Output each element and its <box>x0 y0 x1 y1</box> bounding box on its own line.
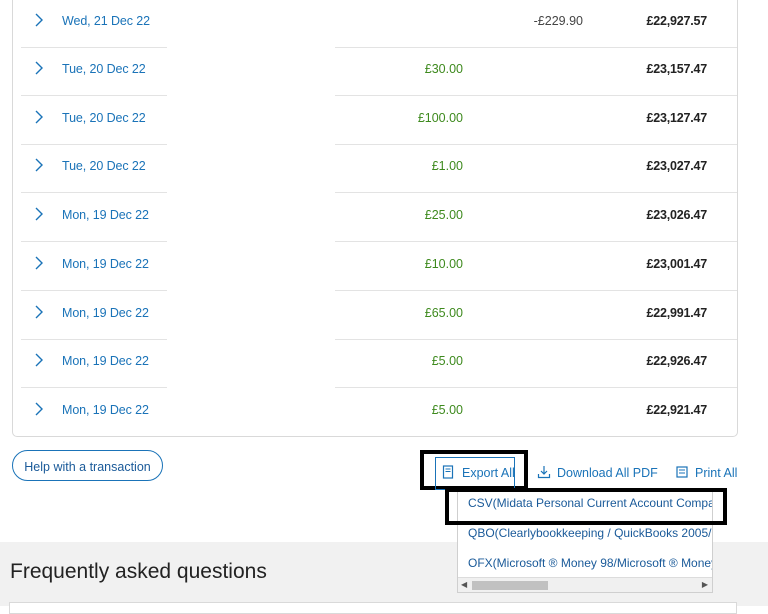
row-divider <box>335 387 737 388</box>
credit-amount: £100.00 <box>417 111 463 125</box>
document-icon <box>442 465 454 479</box>
transaction-date: Mon, 19 Dec 22 <box>62 208 149 222</box>
balance-amount: £22,921.47 <box>646 403 707 417</box>
print-all-label: Print All <box>695 466 738 480</box>
printer-icon <box>676 466 688 478</box>
row-divider <box>335 290 737 291</box>
row-divider <box>335 192 737 193</box>
export-option-qbo[interactable]: QBO(Clearlybookkeeping / QuickBooks 2005… <box>468 526 712 540</box>
row-divider <box>21 95 167 96</box>
chevron-right-icon[interactable] <box>33 255 45 271</box>
chevron-right-icon[interactable] <box>33 60 45 76</box>
balance-amount: £22,991.47 <box>646 306 707 320</box>
credit-amount: £5.00 <box>431 403 463 417</box>
transaction-date: Mon, 19 Dec 22 <box>62 257 149 271</box>
export-all-link[interactable]: Export All <box>442 465 515 480</box>
balance-amount: £23,157.47 <box>646 62 707 76</box>
balance-amount: £23,027.47 <box>646 159 707 173</box>
transaction-date: Wed, 21 Dec 22 <box>62 14 151 28</box>
debit-amount: -£229.90 <box>533 14 583 28</box>
download-all-pdf-link[interactable]: Download All PDF <box>537 466 658 480</box>
chevron-right-icon[interactable] <box>33 352 45 368</box>
transaction-date: Tue, 20 Dec 22 <box>62 111 146 125</box>
scrollbar-thumb[interactable] <box>472 581 548 590</box>
row-divider <box>21 241 167 242</box>
transaction-row[interactable]: Tue, 20 Dec 22 £30.00 £23,157.47 <box>13 48 737 96</box>
transaction-date: Mon, 19 Dec 22 <box>62 403 149 417</box>
balance-amount: £23,001.47 <box>646 257 707 271</box>
csv-highlight-box <box>445 488 727 525</box>
credit-amount: £65.00 <box>424 306 463 320</box>
export-option-ofx[interactable]: OFX(Microsoft ® Money 98/Microsoft ® Mon… <box>468 556 712 570</box>
transactions-card: Wed, 21 Dec 22 -£229.90 £22,927.57 Tue, … <box>12 0 738 437</box>
chevron-right-icon[interactable] <box>33 206 45 222</box>
transaction-row[interactable]: Tue, 20 Dec 22 £1.00 £23,027.47 <box>13 145 737 193</box>
help-with-transaction-button[interactable]: Help with a transaction <box>12 450 163 481</box>
transaction-row[interactable]: Mon, 19 Dec 22 £10.00 £23,001.47 <box>13 243 737 291</box>
balance-amount: £23,026.47 <box>646 208 707 222</box>
horizontal-scrollbar[interactable]: ◀ ▶ <box>458 577 712 592</box>
download-all-pdf-label: Download All PDF <box>557 466 658 480</box>
balance-amount: £23,127.47 <box>646 111 707 125</box>
transaction-row[interactable]: Tue, 20 Dec 22 £100.00 £23,127.47 <box>13 97 737 145</box>
credit-amount: £1.00 <box>431 159 463 173</box>
credit-amount: £30.00 <box>424 62 463 76</box>
transaction-date: Mon, 19 Dec 22 <box>62 306 149 320</box>
credit-amount: £25.00 <box>424 208 463 222</box>
row-divider <box>21 290 167 291</box>
scroll-right-arrow-icon[interactable]: ▶ <box>702 580 708 589</box>
chevron-right-icon[interactable] <box>33 12 45 28</box>
chevron-right-icon[interactable] <box>33 401 45 417</box>
balance-amount: £22,926.47 <box>646 354 707 368</box>
row-divider <box>21 387 167 388</box>
chevron-right-icon[interactable] <box>33 157 45 173</box>
scroll-left-arrow-icon[interactable]: ◀ <box>461 580 467 589</box>
chevron-right-icon[interactable] <box>33 109 45 125</box>
transaction-date: Mon, 19 Dec 22 <box>62 354 149 368</box>
balance-amount: £22,927.57 <box>646 14 707 28</box>
row-divider <box>335 95 737 96</box>
transaction-date: Tue, 20 Dec 22 <box>62 62 146 76</box>
transaction-row[interactable]: Mon, 19 Dec 22 £65.00 £22,991.47 <box>13 292 737 340</box>
transaction-row[interactable]: Mon, 19 Dec 22 £5.00 £22,926.47 <box>13 340 737 388</box>
transaction-row[interactable]: Mon, 19 Dec 22 £25.00 £23,026.47 <box>13 194 737 242</box>
credit-amount: £10.00 <box>424 257 463 271</box>
faq-title: Frequently asked questions <box>10 560 267 583</box>
download-icon <box>537 466 551 479</box>
transaction-row[interactable]: Wed, 21 Dec 22 -£229.90 £22,927.57 <box>13 0 737 48</box>
faq-card <box>9 602 737 614</box>
row-divider <box>21 192 167 193</box>
export-all-label: Export All <box>462 466 515 480</box>
print-all-link[interactable]: Print All <box>676 466 738 480</box>
credit-amount: £5.00 <box>431 354 463 368</box>
transaction-date: Tue, 20 Dec 22 <box>62 159 146 173</box>
chevron-right-icon[interactable] <box>33 304 45 320</box>
transaction-row[interactable]: Mon, 19 Dec 22 £5.00 £22,921.47 <box>13 389 737 437</box>
row-divider <box>335 241 737 242</box>
